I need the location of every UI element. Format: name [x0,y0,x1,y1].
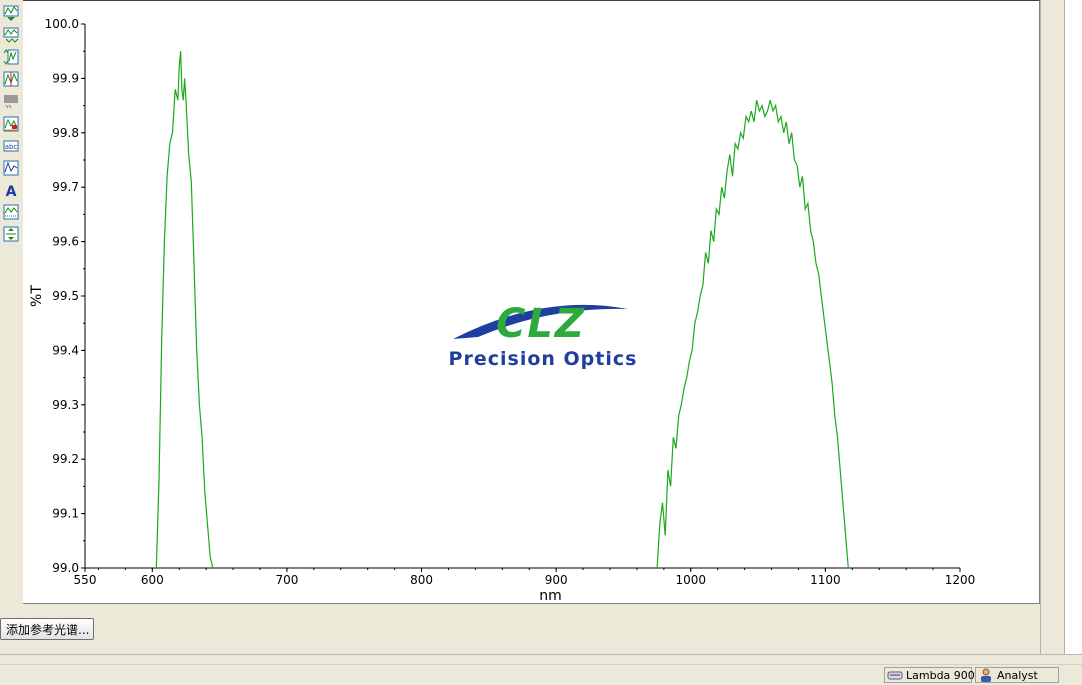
text-button[interactable]: A [2,181,20,199]
add-reference-spectrum-button[interactable]: 添加参考光谱... [0,618,94,640]
auto-scale-icon [3,160,19,176]
stack-button[interactable] [2,48,20,66]
chart-toolbar: abc A [0,0,23,604]
y-tick-label: 99.4 [52,343,79,357]
y-tick-label: 99.7 [52,180,79,194]
annotation-icon [4,95,18,109]
peak-pick-button[interactable] [2,115,20,133]
grid-icon [3,204,19,220]
auto-scale-button[interactable] [2,159,20,177]
peak-pick-icon [3,116,19,132]
y-tick-label: 100.0 [45,17,79,31]
logo-tagline: Precision Optics [449,348,638,370]
x-tick-label: 1200 [945,573,976,587]
svg-text:abc: abc [5,143,18,151]
series-line-segment [656,100,849,569]
vertical-scroll-panel[interactable] [1040,0,1065,654]
spectrum-view-button[interactable] [2,4,20,22]
x-tick-label: 600 [141,573,164,587]
instrument-status-panel[interactable]: Lambda 900 [884,667,975,683]
x-tick-label: 1000 [675,573,706,587]
scale-icon [3,226,19,242]
x-tick-label: 700 [275,573,298,587]
spectrum-chart: CLZPrecision Optics99.099.199.299.399.49… [29,17,976,603]
overlay-button[interactable] [2,26,20,44]
x-tick-label: 900 [545,573,568,587]
stack-icon [3,49,19,65]
text-icon: A [6,184,17,198]
marker-button[interactable] [2,70,20,88]
scale-button[interactable] [2,225,20,243]
y-tick-label: 99.2 [52,452,79,466]
x-axis-label: nm [539,588,562,603]
y-tick-label: 99.9 [52,71,79,85]
instrument-icon [887,669,903,681]
y-tick-label: 99.5 [52,289,79,303]
user-icon [978,668,994,682]
label-icon: abc [3,140,19,152]
instrument-name: Lambda 900 [906,668,975,682]
user-name: Analyst [997,668,1038,682]
svg-text:A: A [6,184,17,198]
label-button[interactable]: abc [2,137,20,155]
x-tick-label: 1100 [810,573,841,587]
plot-frame: CLZ Precision Optics 99.0 99.1 99.2 99.3 99.4 9… [23,0,1040,604]
x-tick-label: 800 [410,573,433,587]
overlay-icon [3,27,19,43]
annotation-button[interactable] [2,92,20,110]
y-axis-label: %T [29,285,45,307]
marker-icon [3,71,19,87]
side-panel-edge [1064,0,1082,654]
y-tick-label: 99.1 [52,507,79,521]
user-status-panel[interactable]: Analyst [975,667,1059,683]
y-tick-label: 99.3 [52,398,79,412]
series-line-segment [155,51,214,569]
x-tick-label: 550 [74,573,97,587]
grid-button[interactable] [2,203,20,221]
y-tick-label: 99.8 [52,126,79,140]
y-tick-label: 99.6 [52,235,79,249]
logo-brand: CLZ [496,301,586,347]
spectrum-view-icon [3,5,19,21]
